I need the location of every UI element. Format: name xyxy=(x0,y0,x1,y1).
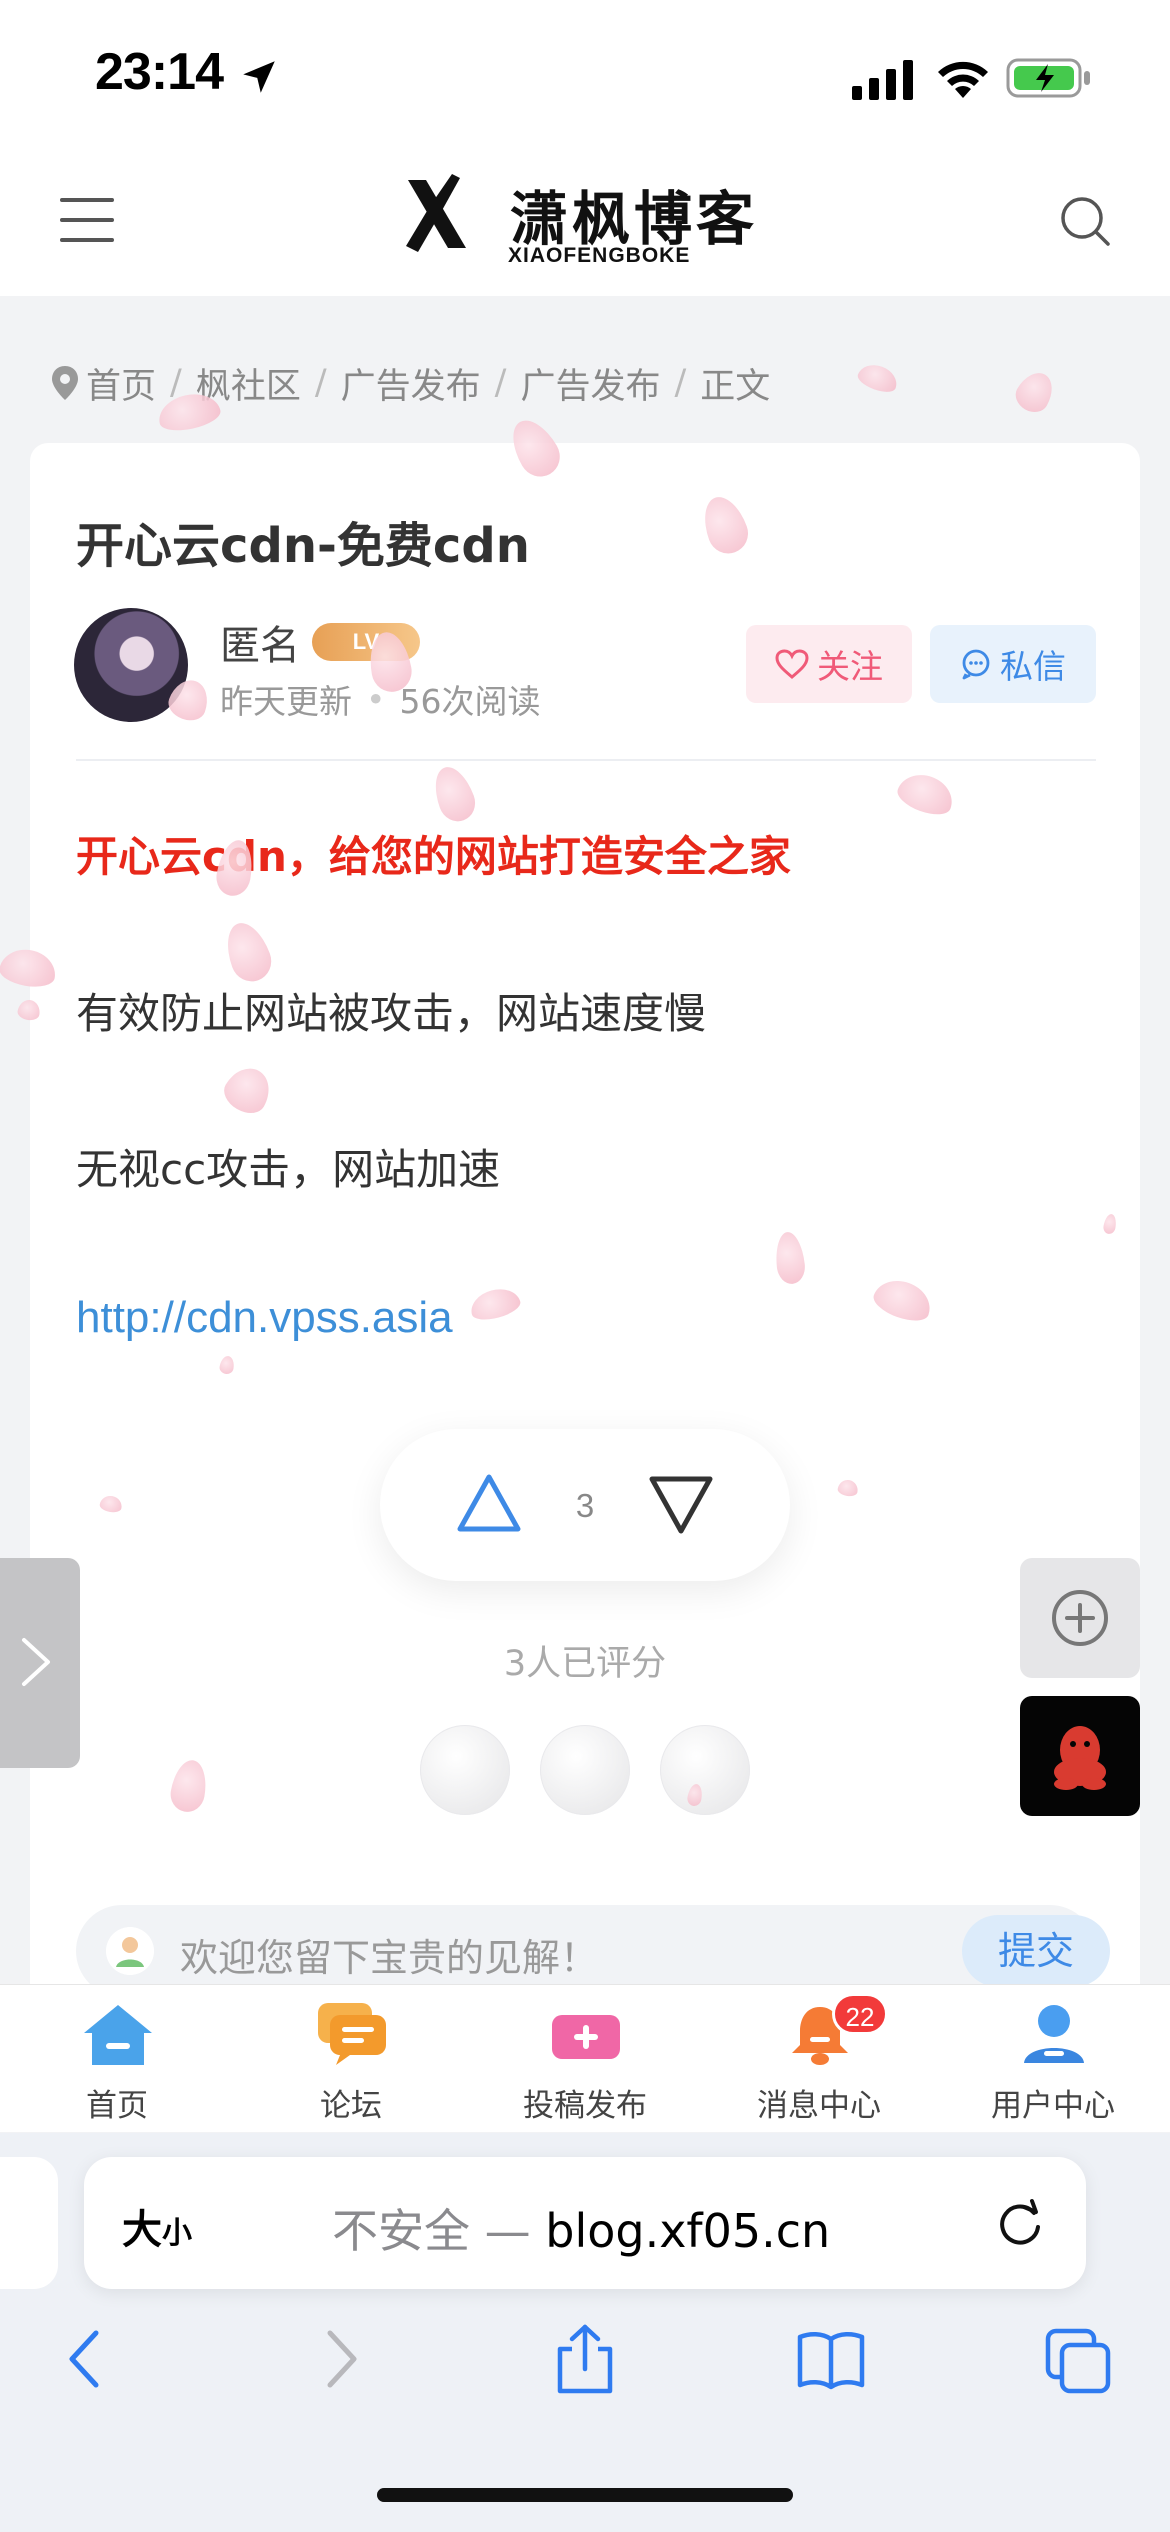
qq-contact-button[interactable] xyxy=(1020,1696,1140,1816)
author-name[interactable]: 匿名 xyxy=(220,613,300,671)
chat-bubble-icon xyxy=(962,649,990,680)
insecure-label: 不安全 — xyxy=(332,2204,531,2258)
tab-label: 首页 xyxy=(86,2088,148,2124)
search-icon[interactable] xyxy=(1058,194,1112,248)
rater-avatar[interactable] xyxy=(420,1725,510,1815)
float-add-button[interactable] xyxy=(1020,1558,1140,1678)
back-icon[interactable] xyxy=(52,2323,122,2395)
battery-charging-icon xyxy=(1006,58,1090,98)
logo-icon[interactable] xyxy=(400,174,474,254)
previous-tab-preview[interactable] xyxy=(0,2157,58,2289)
tabs-icon[interactable] xyxy=(1044,2323,1114,2395)
domain-text: blog.xf05.cn xyxy=(545,2204,831,2258)
forum-icon xyxy=(318,2003,386,2065)
logo-subtitle: XIAOFENGBOKE xyxy=(508,244,691,267)
tab-home[interactable]: 首页 xyxy=(0,1985,234,2133)
cellular-signal-icon xyxy=(852,60,913,100)
breadcrumb-separator: / xyxy=(674,363,687,403)
home-indicator xyxy=(377,2488,793,2502)
breadcrumb: 首页 / 枫社区 / 广告发布 / 广告发布 / 正文 xyxy=(52,358,771,409)
chevron-right-icon xyxy=(22,1638,50,1686)
vote-count: 3 xyxy=(575,1487,595,1524)
site-header: 潇枫博客 XIAOFENGBOKE xyxy=(0,150,1170,296)
user-icon xyxy=(1024,2005,1084,2063)
forward-icon[interactable] xyxy=(304,2323,374,2395)
breadcrumb-separator: / xyxy=(494,363,507,403)
location-pin-icon xyxy=(52,366,78,400)
location-arrow-icon xyxy=(243,61,275,93)
tab-forum[interactable]: 论坛 xyxy=(234,1985,468,2133)
content-line: 无视cc攻击，网站加速 xyxy=(76,1145,501,1194)
home-icon xyxy=(84,2005,152,2065)
private-message-button[interactable]: 私信 xyxy=(930,625,1096,703)
tab-publish[interactable]: 投稿发布 xyxy=(468,1985,702,2133)
content-link[interactable]: http://cdn.vpss.asia xyxy=(76,1293,453,1343)
tab-user-center[interactable]: 用户中心 xyxy=(936,1985,1170,2133)
tab-label: 投稿发布 xyxy=(523,2088,647,2124)
wifi-icon xyxy=(938,61,988,98)
status-bar: 23:14 xyxy=(0,0,1170,150)
user-avatar-icon xyxy=(106,1927,154,1975)
comment-input[interactable]: 欢迎您留下宝贵的见解！ xyxy=(180,1927,598,1982)
follow-label: 关注 xyxy=(817,647,883,686)
reload-icon[interactable] xyxy=(990,2193,1050,2253)
rated-count-text: 3人已评分 xyxy=(503,1644,667,1684)
rater-avatar[interactable] xyxy=(540,1725,630,1815)
address-bar[interactable]: 大小 不安全 — blog.xf05.cn xyxy=(84,2157,1086,2289)
downvote-icon[interactable] xyxy=(648,1471,714,1537)
divider xyxy=(76,759,1096,761)
tab-messages[interactable]: 22 消息中心 xyxy=(702,1985,936,2133)
browser-toolbar: 大小 不安全 — blog.xf05.cn xyxy=(0,2133,1170,2532)
tab-label: 论坛 xyxy=(320,2088,382,2124)
publish-icon xyxy=(552,2015,620,2059)
content-line: 有效防止网站被攻击，网站速度慢 xyxy=(76,989,707,1038)
content-headline: 开心云cdn，给您的网站打造安全之家 xyxy=(76,832,791,881)
breadcrumb-item-home[interactable]: 首页 xyxy=(86,358,156,409)
text-size-button[interactable]: 大小 xyxy=(122,2197,192,2255)
bottom-tab-bar: 首页 论坛 投稿发布 22 消息中心 用户中心 xyxy=(0,1984,1170,2132)
qq-penguin-icon xyxy=(1054,1726,1106,1790)
breadcrumb-item-ads-sub[interactable]: 广告发布 xyxy=(520,358,660,409)
breadcrumb-separator: / xyxy=(314,363,327,403)
breadcrumb-item-ads[interactable]: 广告发布 xyxy=(341,358,481,409)
vote-box: 3 xyxy=(380,1429,790,1581)
bookmarks-icon[interactable] xyxy=(796,2323,866,2395)
status-time: 23:14 xyxy=(95,43,224,101)
hamburger-icon[interactable] xyxy=(58,194,116,246)
rater-avatar[interactable] xyxy=(660,1725,750,1815)
share-icon[interactable] xyxy=(550,2323,620,2395)
post-title: 开心云cdn-免费cdn xyxy=(76,518,530,574)
view-count: 56次阅读 xyxy=(399,682,541,721)
petal-decoration xyxy=(855,359,901,397)
plus-circle-icon xyxy=(1052,1590,1108,1646)
heart-icon xyxy=(775,649,809,679)
url-text[interactable]: 不安全 — blog.xf05.cn xyxy=(332,2195,830,2261)
unread-badge: 22 xyxy=(832,1993,888,2035)
follow-button[interactable]: 关注 xyxy=(746,625,912,703)
breadcrumb-item-current: 正文 xyxy=(700,366,771,407)
updated-time: 昨天更新 xyxy=(220,682,352,721)
tab-label: 用户中心 xyxy=(991,2088,1115,2124)
petal-decoration xyxy=(1010,366,1060,418)
tab-label: 消息中心 xyxy=(757,2088,881,2124)
message-label: 私信 xyxy=(1000,647,1066,686)
submit-button[interactable]: 提交 xyxy=(962,1915,1110,1987)
side-drawer-toggle[interactable] xyxy=(0,1558,80,1768)
